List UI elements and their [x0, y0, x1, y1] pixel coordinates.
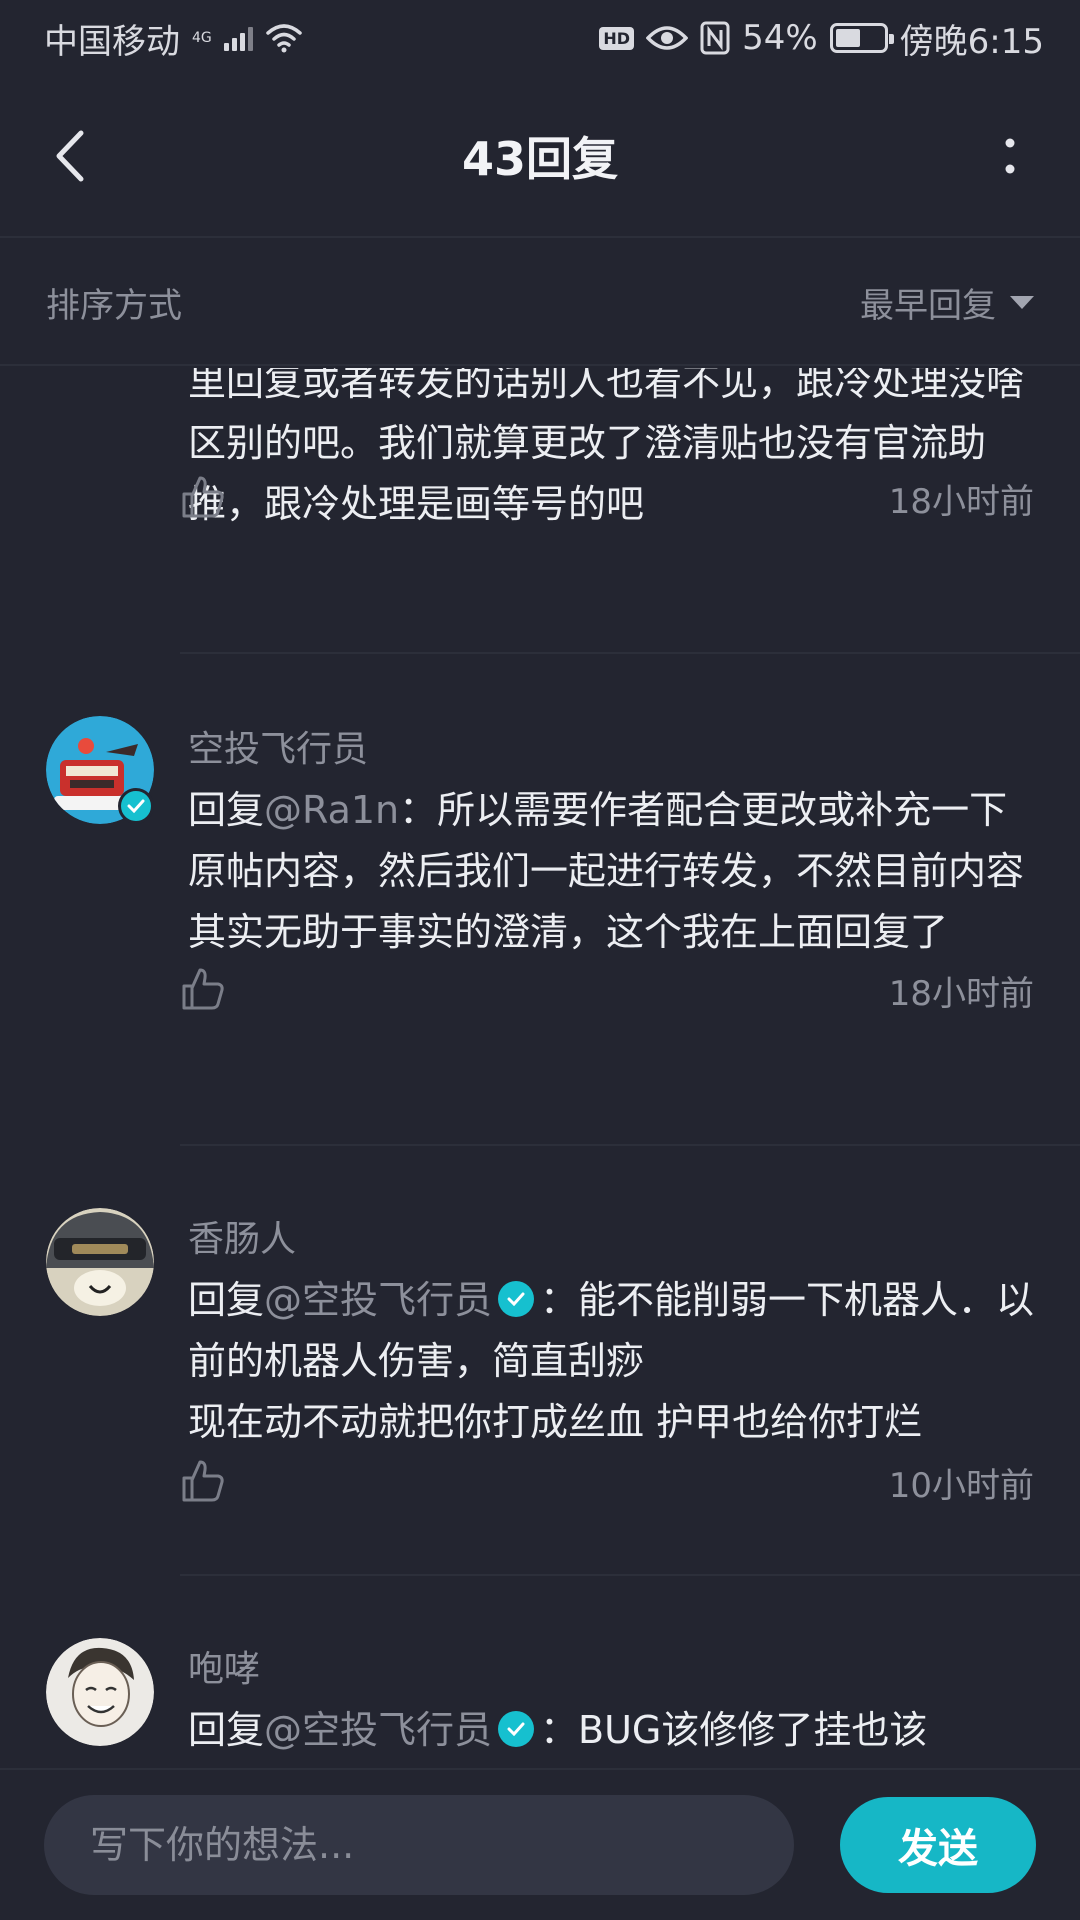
mention-link[interactable]: @Ra1n: [264, 788, 399, 832]
sort-selected: 最早回复: [860, 285, 996, 326]
battery-fill: [835, 29, 861, 47]
reply-prefix: 回复: [188, 1708, 265, 1752]
comment-body: 回复@Ra1n：所以需要作者配合更改或补充一下原帖内容，然后我们一起进行转发，不…: [188, 780, 1038, 963]
caret-down-icon: [1010, 295, 1034, 309]
page-title: 43回复: [461, 132, 618, 186]
sort-label: 排序方式: [46, 285, 182, 326]
send-button[interactable]: 发送: [840, 1797, 1036, 1893]
divider: [180, 1574, 1080, 1576]
avatar[interactable]: [46, 1208, 154, 1316]
comment-body: 回复@空投飞行员 ：能不能削弱一下机器人．以前的机器人伤害，简直刮痧 现在动不动就…: [188, 1270, 1038, 1453]
comment-time: 18小时前: [888, 974, 1034, 1014]
status-bar: 中国移动 4G HD 54% 傍晚6:15: [0, 0, 1080, 76]
comment-list[interactable]: 里回复或者转发的话别人也看不见，跟冷处理没啥区别的吧。我们就算更改了澄清贴也没有…: [0, 368, 1080, 1768]
wifi-icon: [266, 24, 302, 53]
mention-link[interactable]: @空投飞行员: [264, 1278, 492, 1322]
reply-prefix: 回复: [188, 1278, 265, 1322]
composer-bar: 发送: [0, 1768, 1080, 1920]
header: 43回复: [0, 76, 1080, 238]
verified-icon: [498, 1281, 535, 1317]
battery-icon: [829, 23, 894, 53]
signal-icon: [223, 25, 253, 51]
comment-author[interactable]: 空投飞行员: [188, 720, 368, 772]
comment-time: 10小时前: [888, 1466, 1034, 1506]
mention-link[interactable]: @空投飞行员: [264, 1708, 492, 1752]
verified-icon: [498, 1711, 535, 1747]
nfc-icon: [700, 21, 730, 55]
back-icon[interactable]: [40, 126, 100, 186]
like-icon[interactable]: [180, 1458, 226, 1504]
divider: [180, 1144, 1080, 1146]
sort-row: 排序方式 最早回复: [0, 240, 1080, 366]
status-right: HD 54% 傍晚6:15: [599, 14, 1044, 63]
battery-percent: 54%: [742, 18, 818, 58]
eye-icon: [646, 26, 689, 50]
like-icon[interactable]: [180, 474, 226, 520]
comment-input[interactable]: [44, 1795, 794, 1895]
avatar[interactable]: [46, 1638, 154, 1746]
comment-author[interactable]: 香肠人: [188, 1210, 296, 1262]
network-type: 4G: [192, 30, 212, 46]
carrier-label: 中国移动: [44, 21, 180, 62]
sort-dropdown[interactable]: 最早回复: [860, 278, 1034, 327]
comment-author[interactable]: 咆哮: [188, 1640, 260, 1692]
divider: [180, 652, 1080, 654]
reply-prefix: 回复: [188, 788, 265, 832]
like-icon[interactable]: [180, 966, 226, 1012]
hd-badge: HD: [599, 26, 635, 50]
status-left: 中国移动 4G: [44, 14, 303, 63]
comment-body: 回复@空投飞行员 ：BUG该修修了挂也该: [188, 1700, 1038, 1761]
more-icon[interactable]: [980, 126, 1040, 186]
comment-text: ：BUG该修修了挂也该: [540, 1708, 928, 1752]
clock: 傍晚6:15: [899, 21, 1044, 62]
comment-time: 18小时前: [888, 482, 1034, 522]
verified-icon: [118, 788, 154, 824]
